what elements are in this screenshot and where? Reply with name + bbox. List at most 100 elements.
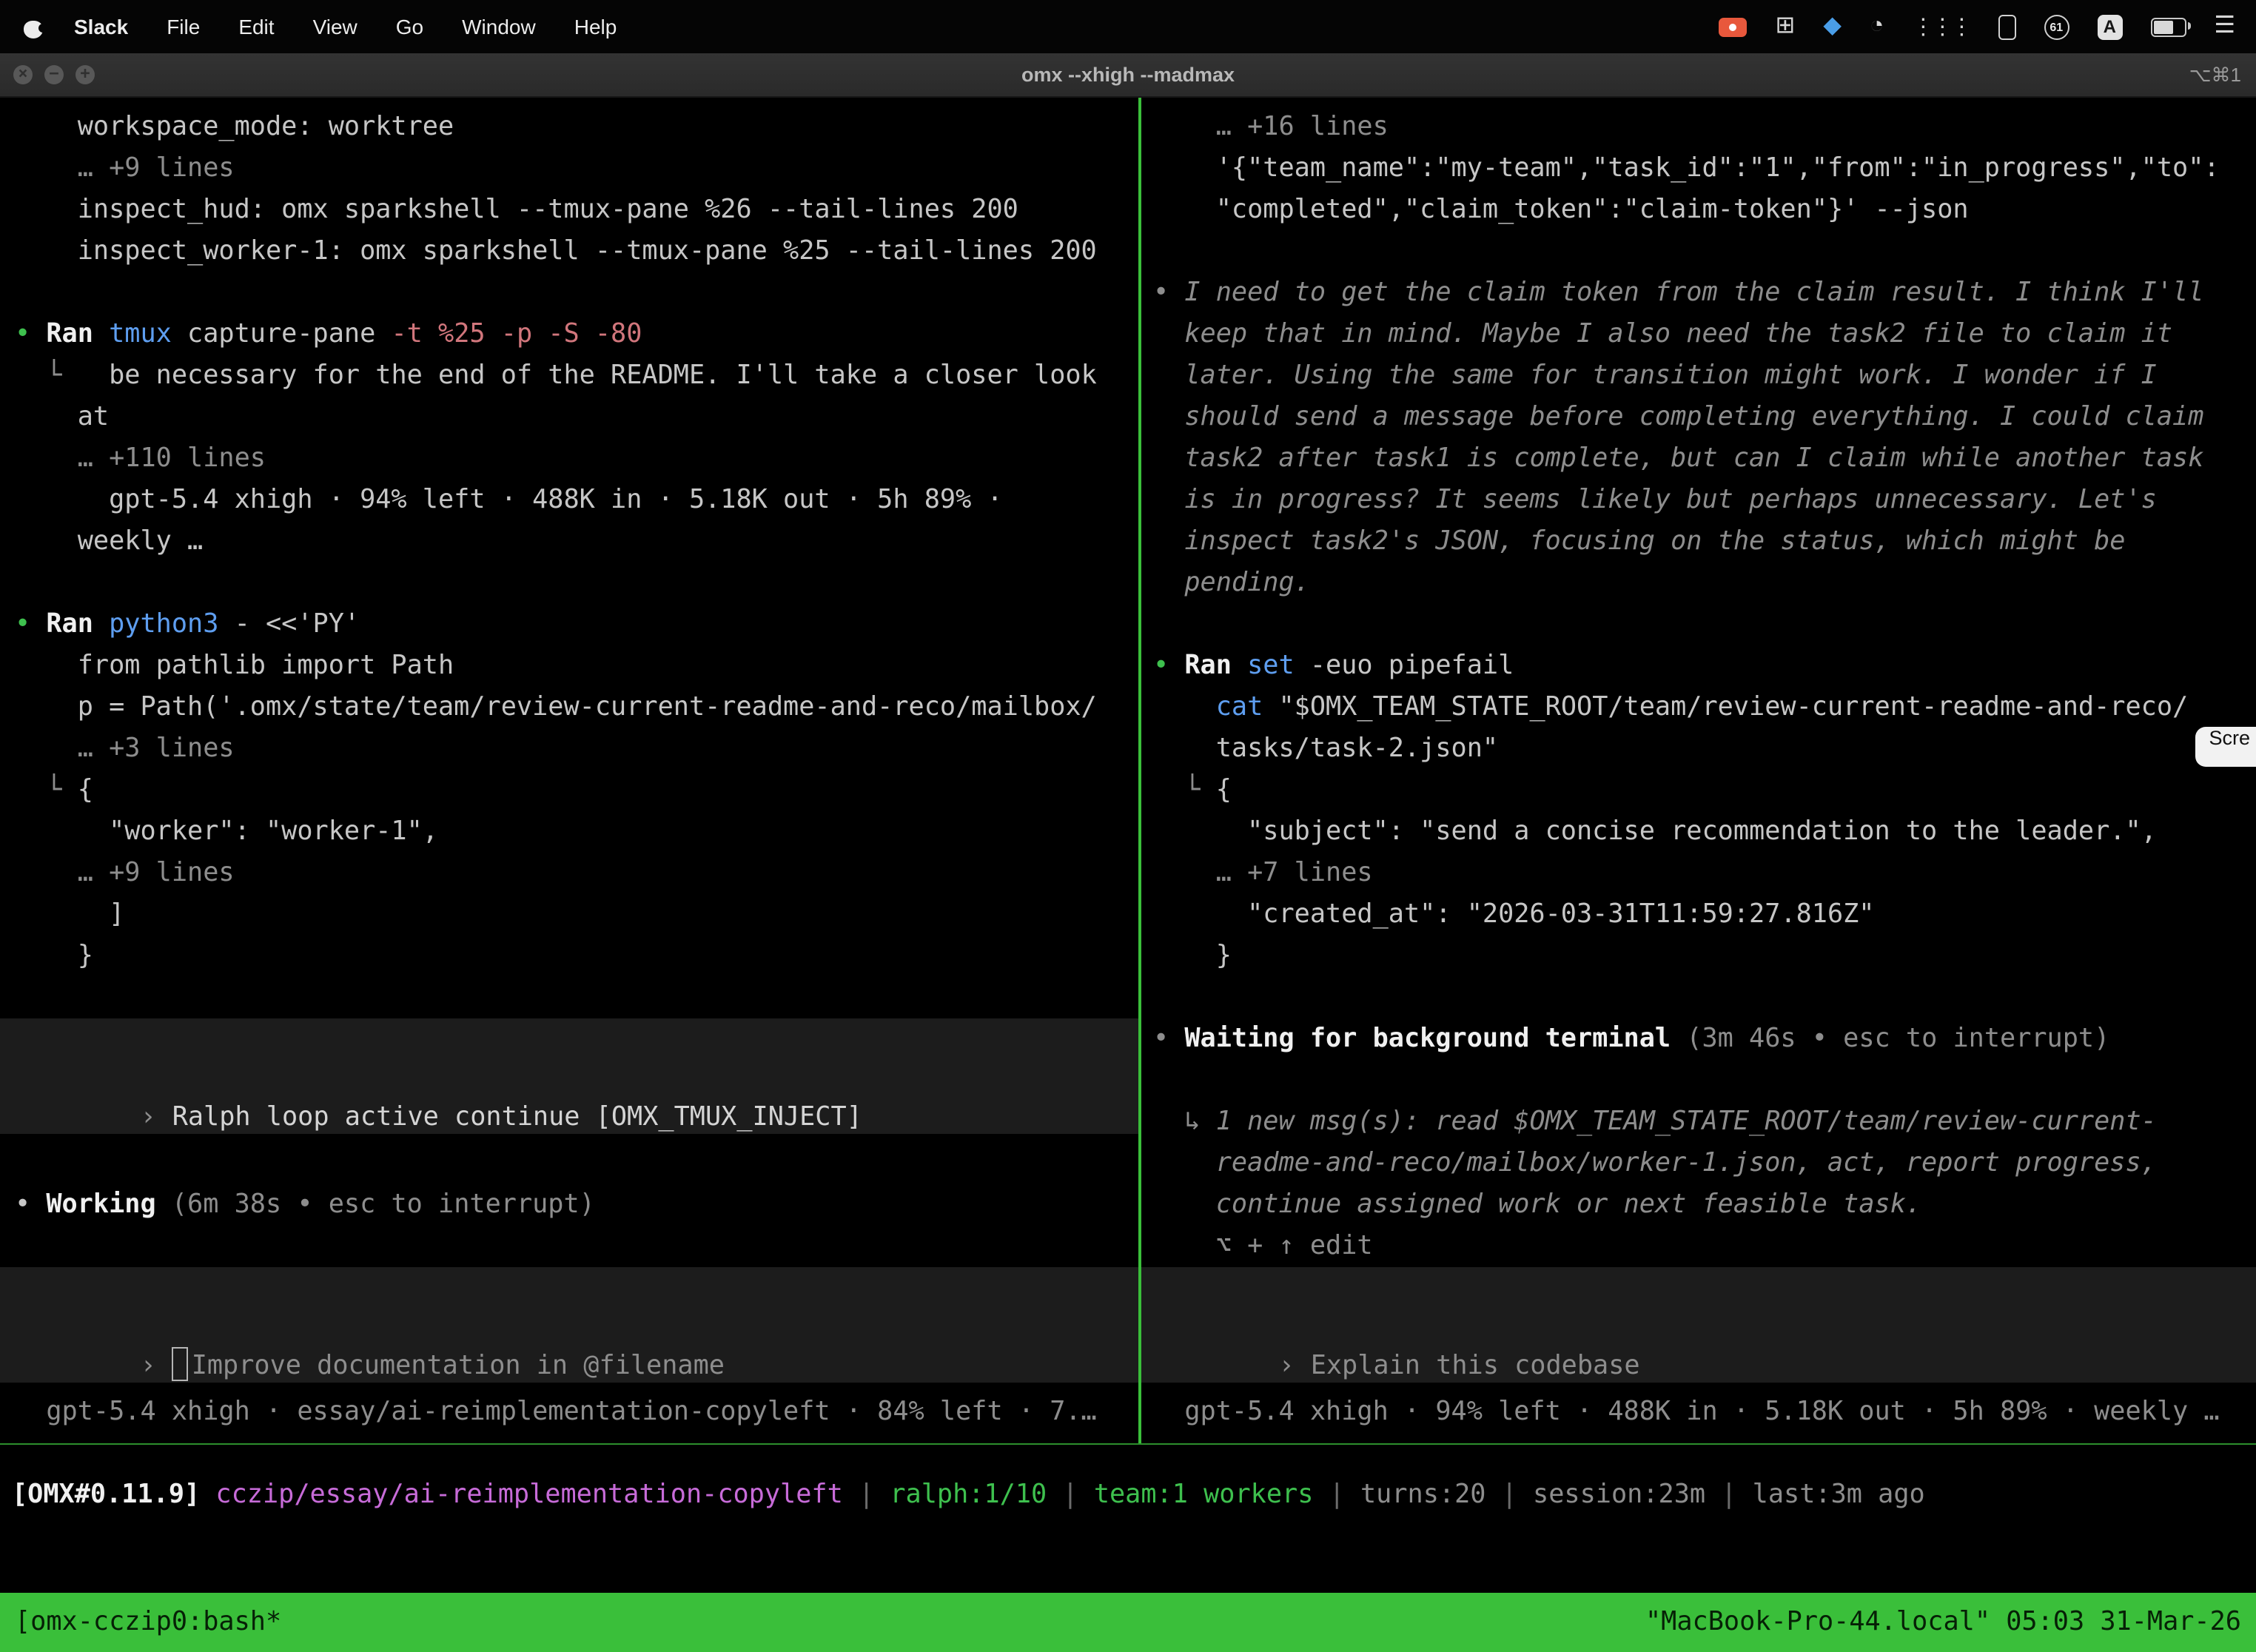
text-segment: └ <box>15 776 78 805</box>
text-segment: pending. <box>1184 568 1310 598</box>
prompt-chevron: › <box>141 1352 156 1381</box>
menu-bar-left: Slack File Edit View Go Window Help <box>0 15 636 38</box>
text-segment: "subject": "send a concise recommendatio… <box>1153 817 2157 847</box>
screen: Slack File Edit View Go Window Help ⊞ ◆ … <box>0 0 2256 1652</box>
terminal-line: … +3 lines <box>15 728 235 770</box>
text-segment: … +3 lines <box>15 734 235 764</box>
terminal-line: from pathlib import Path <box>15 645 454 687</box>
text-segment: ] <box>15 900 124 930</box>
menu-file[interactable]: File <box>147 15 219 38</box>
terminal-line: • Waiting for background terminal (3m 46… <box>1153 1018 2109 1060</box>
omx-status-line: [OMX#0.11.9] cczip/essay/ai-reimplementa… <box>12 1474 1925 1516</box>
battery-percent-badge[interactable]: 61 <box>2044 14 2069 39</box>
text-segment: { <box>78 776 93 805</box>
window-title: omx --xhigh --madmax <box>0 64 2256 86</box>
terminal-line: "completed","claim_token":"claim-token"}… <box>1153 189 1969 231</box>
menu-app-name[interactable]: Slack <box>55 15 147 38</box>
composer-input-right[interactable]: ›Explain this codebase <box>1141 1267 2256 1383</box>
menu-lines-icon[interactable]: ☰ <box>2214 15 2235 38</box>
text-segment: • <box>1153 278 1184 308</box>
text-segment: '{"team_name":"my-team","task_id":"1","f… <box>1153 154 2220 184</box>
text-segment: | <box>1705 1480 1753 1510</box>
input-source-icon[interactable]: A <box>2097 14 2122 39</box>
text-segment: from pathlib import Path <box>15 651 454 681</box>
terminal-line: … +9 lines <box>15 853 235 894</box>
text-segment: workspace_mode: worktree <box>15 113 454 142</box>
text-segment: … +9 lines <box>15 859 235 888</box>
text-segment: cat <box>1216 693 1263 722</box>
terminal-line: } <box>15 936 93 977</box>
text-segment: └ <box>15 361 109 391</box>
text-segment <box>93 320 109 349</box>
terminal-line: "created_at": "2026-03-31T11:59:27.816Z" <box>1153 894 1875 936</box>
text-segment: python3 <box>109 610 218 639</box>
tmux-session-window[interactable]: [omx-cczip0:bash* <box>15 1608 281 1637</box>
text-segment: (3m 46s • esc to interrupt) <box>1686 1024 2109 1054</box>
text-segment <box>1232 651 1247 681</box>
terminal-line: workspace_mode: worktree <box>15 107 454 148</box>
inject-banner-text: Ralph loop active continue [OMX_TMUX_INJ… <box>172 1103 862 1132</box>
grid-icon[interactable]: ⊞ <box>1776 15 1796 38</box>
screen-recording-icon[interactable] <box>1719 17 1748 36</box>
text-segment: [OMX#0.11.9] <box>12 1480 200 1510</box>
text-segment <box>1153 320 1184 349</box>
horizontal-pane-divider <box>0 1443 2256 1445</box>
terminal-line: cat "$OMX_TEAM_STATE_ROOT/team/review-cu… <box>1153 687 2188 728</box>
text-segment: "completed","claim_token":"claim-token"}… <box>1153 195 1969 225</box>
terminal-line: pending. <box>1153 563 1310 604</box>
text-segment <box>1153 444 1184 474</box>
text-segment: | <box>1047 1480 1094 1510</box>
menu-go[interactable]: Go <box>377 15 443 38</box>
text-segment: gpt-5.4 xhigh · essay/ai-reimplementatio… <box>15 1397 1097 1427</box>
text-segment <box>156 1190 172 1220</box>
apple-menu-icon[interactable] <box>24 15 43 38</box>
terminal-line: ⌥ + ↑ edit <box>1153 1226 1373 1267</box>
terminal-line: … +9 lines <box>15 148 235 189</box>
text-segment: keep that in mind. Maybe I also need the… <box>1184 320 2172 349</box>
text-segment <box>1153 527 1184 557</box>
text-segment: tasks/task-2.json" <box>1153 734 1498 764</box>
menu-window[interactable]: Window <box>443 15 555 38</box>
text-segment: capture-pane <box>172 320 392 349</box>
text-segment: • <box>15 610 30 639</box>
text-segment: | <box>843 1480 890 1510</box>
menu-edit[interactable]: Edit <box>219 15 293 38</box>
terminal-line: at <box>15 397 109 438</box>
text-segment: tmux <box>109 320 172 349</box>
terminal-line: should send a message before completing … <box>1153 397 2203 438</box>
terminal-line: … +7 lines <box>1153 853 1373 894</box>
terminal-line: └ { <box>1153 770 1232 811</box>
phone-mirroring-icon[interactable] <box>1998 14 2015 39</box>
text-segment: Ran <box>46 610 93 639</box>
terminal-line: • Ran python3 - <<'PY' <box>15 604 360 645</box>
window-title-bar[interactable]: omx --xhigh --madmax ⌥⌘1 <box>0 53 2256 98</box>
menu-bar-status: ⊞ ◆ ◔ ⋮⋮⋮ 61 A ☰ <box>1719 13 2256 40</box>
terminal-line: inspect task2's JSON, focusing on the st… <box>1153 521 2125 563</box>
text-segment: Ran <box>46 320 93 349</box>
tmux-pane-right[interactable]: … +16 lines '{"team_name":"my-team","tas… <box>1141 98 2256 1443</box>
inject-banner: ›Ralph loop active continue [OMX_TMUX_IN… <box>0 1018 1138 1134</box>
composer-input-left[interactable]: › Improve documentation in @filename <box>0 1267 1138 1383</box>
terminal-line: ] <box>15 894 124 936</box>
raycast-icon[interactable]: ◆ <box>1823 15 1842 38</box>
text-segment: -euo pipefail <box>1295 651 1514 681</box>
tmux-pane-left[interactable]: workspace_mode: worktree … +9 lines insp… <box>0 98 1138 1443</box>
browser-icon[interactable]: ◔ <box>1870 15 1884 38</box>
text-segment: continue assigned work or next feasible … <box>1216 1190 1921 1220</box>
menu-view[interactable]: View <box>294 15 377 38</box>
text-segment <box>1153 568 1184 598</box>
battery-icon[interactable] <box>2150 17 2186 36</box>
menu-help[interactable]: Help <box>555 15 637 38</box>
apps-grid-icon[interactable]: ⋮⋮⋮ <box>1912 13 1970 40</box>
text-segment: "worker": "worker-1", <box>15 817 438 847</box>
text-segment: "$OMX_TEAM_STATE_ROOT/team/review-curren… <box>1263 693 2188 722</box>
terminal-line: • Ran set -euo pipefail <box>1153 645 1514 687</box>
composer-placeholder: Improve documentation in @filename <box>192 1352 725 1381</box>
terminal-line: └ be necessary for the end of the README… <box>15 355 1097 397</box>
text-segment: ↳ <box>1153 1107 1216 1137</box>
text-segment: Working <box>46 1190 155 1220</box>
text-segment: | <box>1485 1480 1533 1510</box>
terminal-line: … +16 lines <box>1153 107 1389 148</box>
terminal-line: • Ran tmux capture-pane -t %25 -p -S -80 <box>15 314 642 355</box>
text-segment: (6m 38s • esc to interrupt) <box>172 1190 595 1220</box>
